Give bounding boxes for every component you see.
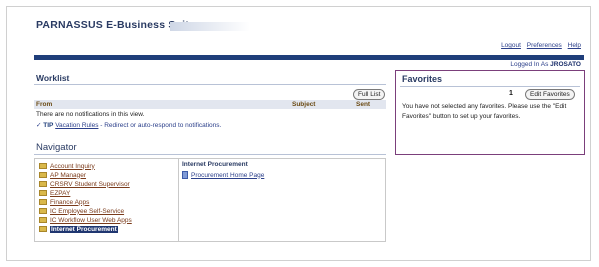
nav-item-label: Finance Apps	[50, 198, 90, 206]
tip-icon: ✓	[36, 122, 42, 129]
full-list-button[interactable]: Full List	[353, 89, 386, 100]
tip-label: TIP	[43, 122, 54, 129]
vacation-rules-link[interactable]: Vacation Rules	[55, 122, 98, 129]
tip-text: - Redirect or auto-respond to notificati…	[100, 122, 222, 129]
tip-line: ✓ TIP Vacation Rules - Redirect or auto-…	[36, 121, 221, 129]
preferences-link[interactable]: Preferences	[527, 42, 562, 49]
nav-item-label: Internet Procurement	[50, 225, 118, 233]
column-sent[interactable]: Sent	[356, 101, 370, 108]
selected-section-title: Internet Procurement	[182, 161, 248, 168]
favorites-title: Favorites	[402, 74, 443, 84]
nav-item-ap-manager[interactable]: AP Manager	[39, 171, 86, 179]
nav-item-internet-procurement[interactable]: Internet Procurement	[39, 225, 118, 233]
favorites-divider	[400, 86, 580, 87]
navigator-column-divider	[178, 158, 179, 242]
nav-item-finance-apps[interactable]: Finance Apps	[39, 198, 89, 206]
logout-link[interactable]: Logout	[501, 42, 521, 49]
procurement-home-page-link[interactable]: Procurement Home Page	[182, 171, 264, 179]
worklist-empty-message: There are no notifications in this view.	[36, 111, 145, 118]
logged-in-status: Logged In As JROSATO	[510, 61, 581, 68]
folder-icon	[39, 163, 47, 169]
folder-icon	[39, 217, 47, 223]
nav-item-label: Account Inquiry	[50, 162, 95, 170]
nav-item-label: EZPAY	[50, 189, 71, 197]
logged-in-user: JROSATO	[550, 61, 581, 68]
nav-item-ic-workflow-user-web-apps[interactable]: IC Workflow User Web Apps	[39, 216, 132, 224]
favorites-panel: Favorites 1 Edit Favorites You have not …	[395, 70, 585, 155]
folder-icon	[39, 226, 47, 232]
favorites-message: You have not selected any favorites. Ple…	[402, 103, 567, 120]
worklist-title: Worklist	[36, 73, 70, 83]
folder-icon	[39, 190, 47, 196]
subitem-label: Procurement Home Page	[191, 171, 265, 179]
navigator-divider	[34, 154, 386, 155]
worklist-divider	[34, 84, 386, 85]
nav-item-label: IC Workflow User Web Apps	[50, 216, 132, 224]
nav-item-label: AP Manager	[50, 171, 87, 179]
logged-in-label: Logged In As	[510, 61, 549, 68]
folder-icon	[39, 181, 47, 187]
navigator-title: Navigator	[36, 142, 77, 153]
nav-item-account-inquiry[interactable]: Account Inquiry	[39, 162, 95, 170]
header-bar	[34, 55, 584, 60]
folder-icon	[39, 208, 47, 214]
folder-icon	[39, 172, 47, 178]
help-link[interactable]: Help	[568, 42, 581, 49]
nav-item-ezpay[interactable]: EZPAY	[39, 189, 70, 197]
column-from[interactable]: From	[36, 101, 52, 108]
column-subject[interactable]: Subject	[292, 101, 315, 108]
brand-banner-fade	[170, 22, 250, 31]
nav-item-label: IC Employee Self-Service	[50, 207, 125, 215]
nav-item-crsrv-student-supervisor[interactable]: CRSRV Student Supervisor	[39, 180, 130, 188]
nav-item-label: CRSRV Student Supervisor	[50, 180, 130, 188]
favorites-count: 1	[509, 90, 513, 97]
folder-icon	[39, 199, 47, 205]
worklist-table-header: From Subject Sent	[34, 100, 386, 109]
global-links: Logout Preferences Help	[497, 42, 581, 49]
page-icon	[182, 171, 188, 179]
edit-favorites-button[interactable]: Edit Favorites	[525, 89, 575, 100]
nav-item-ic-employee-self-service[interactable]: IC Employee Self-Service	[39, 207, 124, 215]
